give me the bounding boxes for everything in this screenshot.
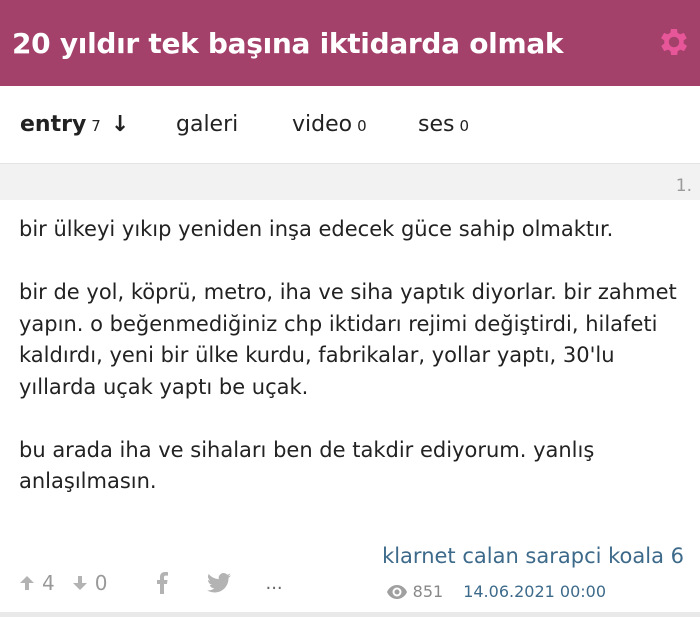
facebook-share-button[interactable] <box>155 572 169 594</box>
top-bar: 20 yıldır tek başına iktidarda olmak <box>0 0 700 86</box>
upvote-count: 4 <box>42 571 55 595</box>
facebook-icon <box>157 572 169 594</box>
tab-count: 0 <box>459 117 470 135</box>
tab-ses[interactable]: ses 0 <box>418 112 469 137</box>
downvote-count: 0 <box>94 571 108 595</box>
tab-bar: entry 7 ↓ galeri video 0 ses 0 <box>0 86 700 164</box>
entry-paragraph: bu arada iha ve sihaları ben de takdir e… <box>19 437 595 494</box>
twitter-icon <box>207 573 232 593</box>
entry-date[interactable]: 14.06.2021 00:00 <box>463 582 606 601</box>
eye-icon <box>386 584 407 599</box>
entry-paragraph: bir ülkeyi yıkıp yeniden inşa edecek güc… <box>19 217 614 241</box>
gear-icon[interactable] <box>656 24 692 60</box>
tab-label: galeri <box>176 112 239 137</box>
upvote-button[interactable]: 4 <box>18 571 55 595</box>
tab-video[interactable]: video 0 <box>292 112 367 137</box>
tab-count: 0 <box>357 117 367 135</box>
entry-card: bir ülkeyi yıkıp yeniden inşa edecek güc… <box>0 200 700 612</box>
bottom-divider <box>0 612 700 617</box>
entry-content: bir ülkeyi yıkıp yeniden inşa edecek güc… <box>19 214 684 498</box>
entry-paragraph: bir de yol, köprü, metro, iha ve siha ya… <box>19 280 677 399</box>
tab-entry[interactable]: entry 7 ↓ <box>20 112 129 137</box>
twitter-share-button[interactable] <box>207 573 232 593</box>
entry-number: 1. <box>675 176 692 196</box>
topic-title[interactable]: 20 yıldır tek başına iktidarda olmak <box>12 27 564 60</box>
tab-label: entry <box>20 112 87 137</box>
sort-arrow-down-icon[interactable]: ↓ <box>111 112 129 137</box>
tab-label: video <box>292 112 353 137</box>
view-count: 851 <box>412 582 444 601</box>
tab-count: 7 <box>91 117 101 135</box>
arrow-down-icon <box>72 576 87 590</box>
arrow-up-icon <box>20 576 34 590</box>
tab-label: ses <box>418 112 455 137</box>
entry-meta: 851 14.06.2021 00:00 <box>386 582 606 601</box>
downvote-button[interactable]: 0 <box>71 571 108 595</box>
tab-galeri[interactable]: galeri <box>176 112 238 137</box>
more-options-button[interactable]: ... <box>265 573 282 594</box>
author-link[interactable]: klarnet calan sarapci koala 6 <box>382 544 684 568</box>
ellipsis-icon: ... <box>265 572 283 594</box>
entry-actions: 4 0 ... <box>18 571 299 595</box>
